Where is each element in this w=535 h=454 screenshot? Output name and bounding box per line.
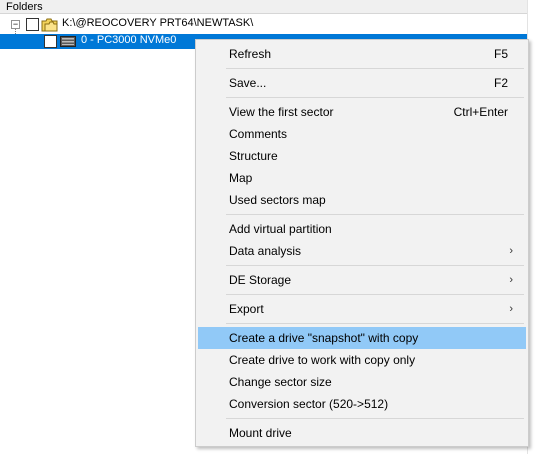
menu-item-label: Create a drive "snapshot" with copy — [229, 331, 419, 345]
drive-label: 0 - PC3000 NVMe0 — [81, 34, 177, 46]
menu-item-refresh[interactable]: Refresh F5 — [198, 43, 526, 65]
menu-item-save[interactable]: Save... F2 — [198, 72, 526, 94]
tree-root-row[interactable]: − K:\@REOCOVERY PRT64\NEWTASK\ — [0, 16, 527, 33]
menu-separator — [226, 214, 524, 215]
menu-item-label: Map — [229, 171, 253, 185]
menu-item-change-sector-size[interactable]: Change sector size — [198, 371, 526, 393]
menu-item-label: DE Storage — [229, 273, 292, 287]
menu-item-comments[interactable]: Comments — [198, 123, 526, 145]
menu-item-label: Data analysis — [229, 244, 302, 258]
menu-separator — [226, 265, 524, 266]
menu-separator — [226, 294, 524, 295]
menu-item-structure[interactable]: Structure — [198, 145, 526, 167]
context-menu: Refresh F5 Save... F2 View the first sec… — [195, 39, 529, 447]
menu-item-create-copy-only[interactable]: Create drive to work with copy only — [198, 349, 526, 371]
folders-panel-header: Folders — [0, 0, 527, 14]
root-path-label: K:\@REOCOVERY PRT64\NEWTASK\ — [62, 17, 254, 29]
menu-shortcut: F2 — [493, 76, 508, 90]
menu-item-map[interactable]: Map — [198, 167, 526, 189]
menu-item-de-storage[interactable]: DE Storage › — [198, 269, 526, 291]
drive-checkbox[interactable] — [44, 35, 57, 48]
submenu-arrow-icon: › — [509, 303, 513, 315]
root-checkbox[interactable] — [26, 18, 39, 31]
menu-separator — [226, 323, 524, 324]
menu-item-label: Create drive to work with copy only — [229, 353, 416, 367]
menu-item-label: Export — [229, 302, 264, 316]
menu-shortcut: Ctrl+Enter — [453, 105, 508, 119]
menu-item-label: Conversion sector (520->512) — [229, 397, 389, 411]
menu-item-label: Add virtual partition — [229, 222, 332, 236]
menu-item-label: View the first sector — [229, 105, 334, 119]
menu-item-label: Structure — [229, 149, 278, 163]
menu-separator — [226, 68, 524, 69]
menu-item-label: Change sector size — [229, 375, 332, 389]
drive-icon — [60, 36, 76, 47]
menu-item-view-first-sector[interactable]: View the first sector Ctrl+Enter — [198, 101, 526, 123]
collapse-icon[interactable]: − — [11, 20, 20, 29]
menu-item-used-sectors-map[interactable]: Used sectors map — [198, 189, 526, 211]
menu-item-export[interactable]: Export › — [198, 298, 526, 320]
menu-item-mount-drive[interactable]: Mount drive — [198, 422, 526, 444]
menu-item-data-analysis[interactable]: Data analysis › — [198, 240, 526, 262]
menu-item-label: Mount drive — [229, 426, 292, 440]
menu-item-add-virtual-partition[interactable]: Add virtual partition — [198, 218, 526, 240]
folders-header-label: Folders — [6, 1, 43, 13]
menu-item-label: Refresh — [229, 47, 272, 61]
submenu-arrow-icon: › — [509, 245, 513, 257]
menu-item-label: Used sectors map — [229, 193, 326, 207]
menu-separator — [226, 97, 524, 98]
menu-separator — [226, 418, 524, 419]
folder-group-icon — [41, 18, 58, 32]
menu-item-label: Comments — [229, 127, 288, 141]
menu-shortcut: F5 — [493, 47, 508, 61]
menu-item-create-snapshot[interactable]: Create a drive "snapshot" with copy — [198, 327, 526, 349]
menu-item-label: Save... — [229, 76, 267, 90]
menu-item-conversion-sector[interactable]: Conversion sector (520->512) — [198, 393, 526, 415]
submenu-arrow-icon: › — [509, 274, 513, 286]
